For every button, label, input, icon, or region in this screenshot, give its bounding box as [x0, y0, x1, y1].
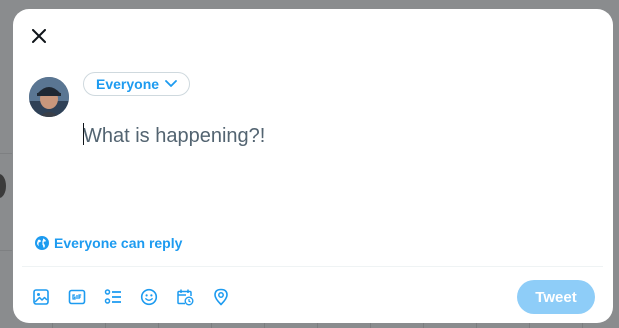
- reply-setting-label: Everyone can reply: [54, 235, 183, 251]
- schedule-icon: [177, 289, 194, 306]
- poll-icon: [104, 289, 121, 304]
- emoji-button[interactable]: [139, 287, 159, 307]
- chevron-down-icon: [165, 80, 177, 87]
- schedule-button[interactable]: [175, 287, 195, 307]
- gif-icon: [68, 289, 86, 305]
- background-divider: [0, 153, 12, 154]
- close-icon: [32, 29, 46, 43]
- toolbar-divider: [22, 266, 603, 267]
- background-avatar: [0, 174, 6, 198]
- tweet-text-input[interactable]: [83, 121, 583, 151]
- background-divider: [0, 250, 12, 251]
- avatar[interactable]: [29, 77, 69, 117]
- emoji-icon: [140, 288, 158, 306]
- compose-toolbar: [31, 286, 231, 308]
- media-icon: [33, 289, 49, 305]
- close-button[interactable]: [26, 23, 52, 49]
- reply-setting-button[interactable]: Everyone can reply: [35, 234, 182, 252]
- gif-button[interactable]: [67, 287, 87, 307]
- media-button[interactable]: [31, 287, 51, 307]
- location-icon: [214, 288, 228, 306]
- avatar-image: [29, 77, 69, 117]
- globe-icon: [35, 236, 49, 250]
- tweet-button[interactable]: Tweet: [517, 280, 595, 314]
- compose-tweet-dialog: Everyone Everyone can reply: [13, 9, 613, 323]
- text-caret: [83, 123, 84, 145]
- audience-label: Everyone: [96, 76, 160, 92]
- location-button[interactable]: [211, 287, 231, 307]
- audience-selector[interactable]: Everyone: [83, 72, 191, 96]
- poll-button[interactable]: [103, 287, 123, 307]
